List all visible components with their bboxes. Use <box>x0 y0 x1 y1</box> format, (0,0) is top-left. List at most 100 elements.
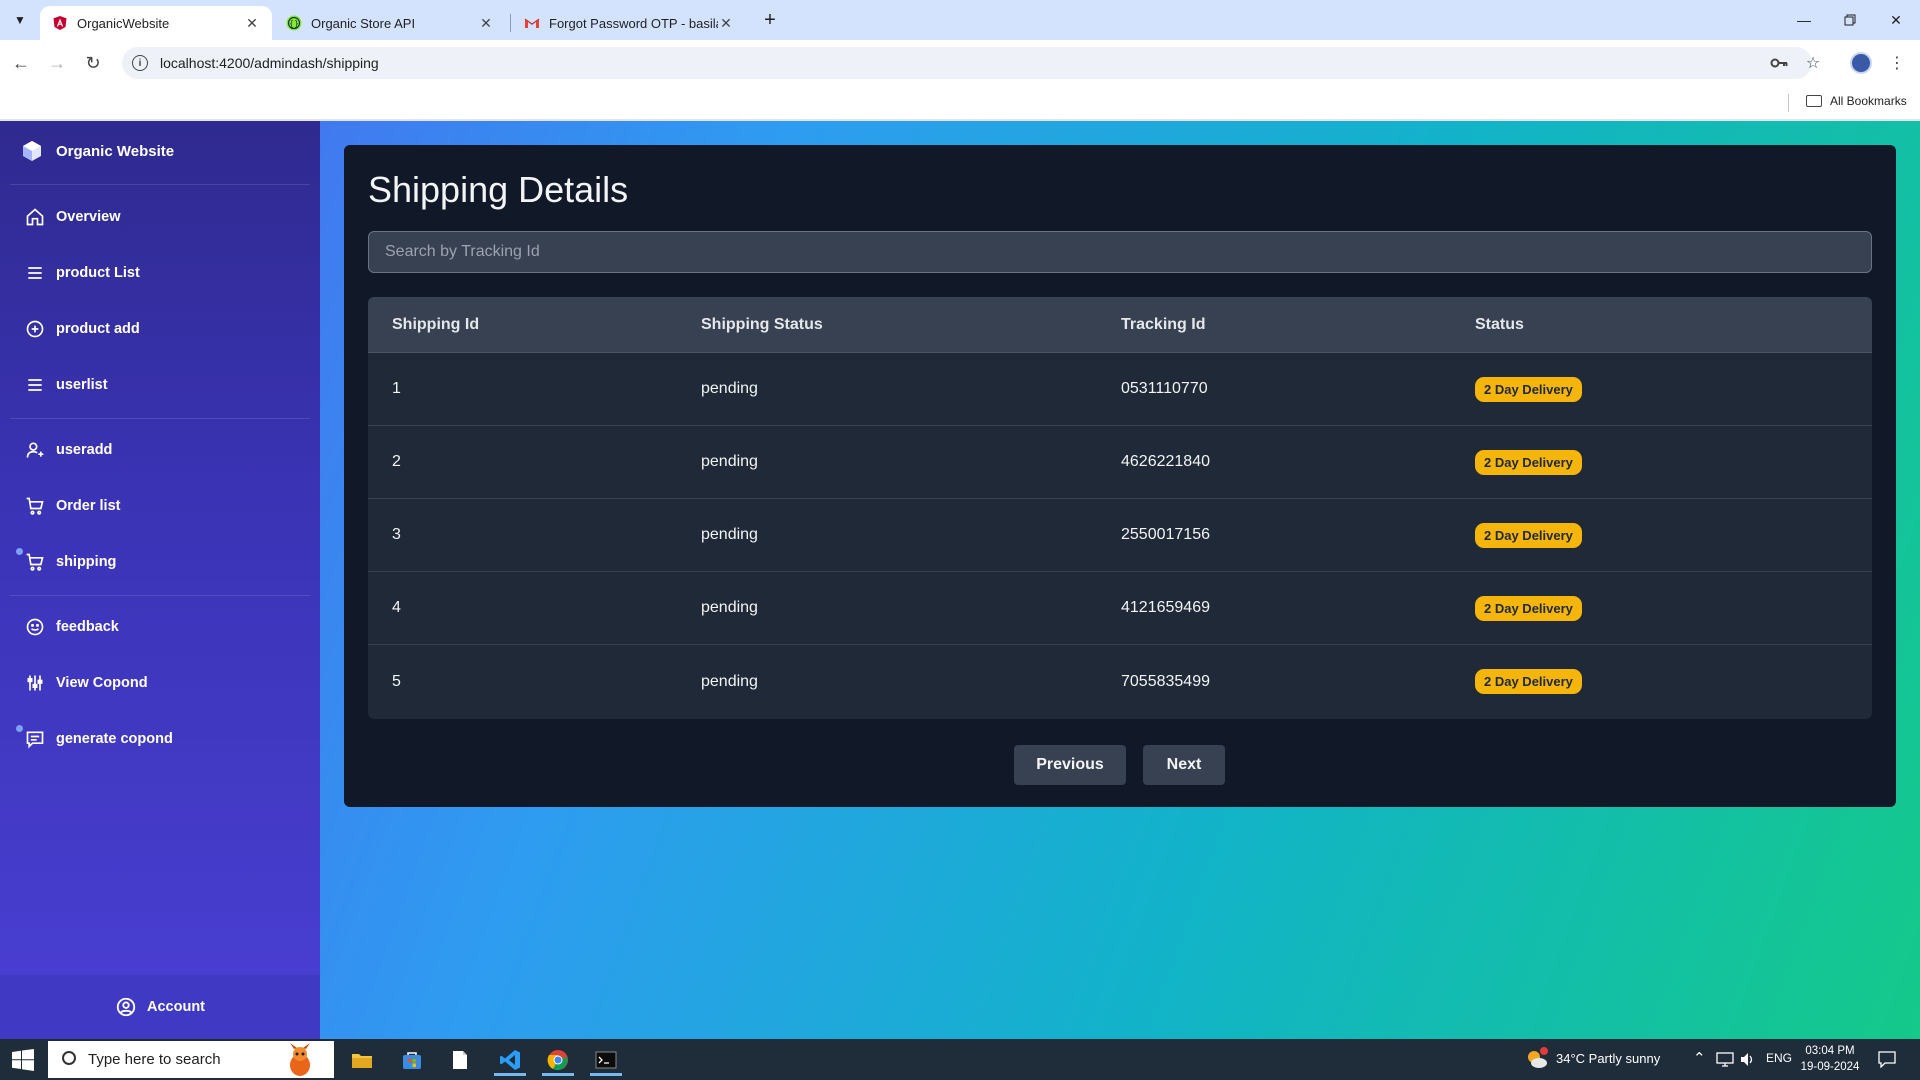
sidebar-item-userlist[interactable]: userlist <box>24 373 108 397</box>
reload-icon[interactable]: ↻ <box>80 50 106 76</box>
notification-icon[interactable] <box>1878 1050 1896 1068</box>
status-badge: 2 Day Delivery <box>1475 449 1582 475</box>
user-circle-icon <box>116 997 136 1017</box>
restore-button[interactable] <box>1827 0 1873 40</box>
status-badge: 2 Day Delivery <box>1475 595 1582 621</box>
taskbar-clock[interactable]: 03:04 PM 19-09-2024 <box>1790 1043 1870 1075</box>
address-bar[interactable]: i localhost:4200/admindash/shipping <box>122 47 1812 79</box>
microsoft-store-icon[interactable] <box>390 1043 434 1076</box>
home-icon <box>24 206 46 228</box>
sidebar-item-useradd[interactable]: useradd <box>24 438 112 462</box>
new-tab-button[interactable]: + <box>758 8 782 32</box>
sidebar-item-label: product add <box>56 321 140 337</box>
terminal-icon[interactable] <box>584 1043 628 1076</box>
tab-organic-website[interactable]: OrganicWebsite ✕ <box>40 6 272 40</box>
network-icon[interactable] <box>1716 1052 1734 1067</box>
shipping-panel: Shipping Details Shipping Id Shipping St… <box>344 145 1896 807</box>
browser-tab-bar: ▼ OrganicWebsite ✕ {} Organic Store API … <box>0 0 1920 40</box>
windows-start-icon[interactable] <box>12 1049 34 1071</box>
chevron-up-icon[interactable]: ⌃ <box>1693 1049 1706 1067</box>
sidebar-item-feedback[interactable]: feedback <box>24 615 119 639</box>
profile-avatar[interactable] <box>1850 52 1872 74</box>
shipping-status-cell: pending <box>701 672 758 690</box>
folder-icon <box>1806 95 1822 107</box>
taskbar-search-box[interactable]: Type here to search <box>48 1041 334 1078</box>
shipping-id-cell: 2 <box>392 453 401 470</box>
column-header-shipping-id: Shipping Id <box>392 315 480 333</box>
tracking-id-cell: 4626221840 <box>1121 453 1210 470</box>
sidebar-item-label: shipping <box>56 554 117 570</box>
browser-toolbar: ← → ↻ i localhost:4200/admindash/shippin… <box>0 40 1920 86</box>
account-button[interactable]: Account <box>0 975 320 1039</box>
menu-dots-icon[interactable]: ⋮ <box>1884 50 1910 76</box>
notepad-icon[interactable] <box>438 1043 482 1076</box>
active-indicator-dot <box>16 725 23 732</box>
tab-title: OrganicWebsite <box>77 15 170 31</box>
user-plus-icon <box>24 439 46 461</box>
table-row: 2 pending 4626221840 2 Day Delivery <box>368 426 1872 499</box>
file-explorer-icon[interactable] <box>340 1043 384 1076</box>
shipping-status-cell: pending <box>701 599 758 616</box>
tab-gmail[interactable]: Forgot Password OTP - basilaha ✕ <box>512 6 746 40</box>
forward-icon[interactable]: → <box>44 50 70 76</box>
brand[interactable]: Organic Website <box>20 139 174 163</box>
site-info-icon[interactable]: i <box>132 55 148 71</box>
tracking-id-cell: 2550017156 <box>1121 526 1210 543</box>
minimize-button[interactable]: — <box>1781 0 1827 40</box>
vscode-icon[interactable] <box>488 1043 532 1076</box>
taskbar-search-placeholder: Type here to search <box>88 1051 221 1068</box>
shipping-status-cell: pending <box>701 453 758 470</box>
sidebar-item-product-list[interactable]: product List <box>24 261 140 285</box>
account-label: Account <box>147 999 205 1015</box>
close-tab-icon[interactable]: ✕ <box>718 15 734 32</box>
sidebar-item-order-list[interactable]: Order list <box>24 494 120 518</box>
windows-taskbar: Type here to search 34°C Partly sunny ⌃ … <box>0 1039 1920 1080</box>
sidebar-item-label: useradd <box>56 442 113 458</box>
sidebar-divider <box>10 418 310 419</box>
weather-icon[interactable] <box>1525 1047 1549 1071</box>
password-key-icon[interactable] <box>1766 50 1792 76</box>
sidebar-item-shipping[interactable]: shipping <box>24 550 116 574</box>
tab-search-icon[interactable]: ▼ <box>10 10 30 30</box>
tracking-id-cell: 0531110770 <box>1121 380 1208 397</box>
bookmark-star-icon[interactable]: ☆ <box>1800 50 1826 76</box>
sidebar-item-overview[interactable]: Overview <box>24 205 121 229</box>
tracking-id-cell: 4121659469 <box>1121 599 1210 616</box>
column-header-status: Status <box>1475 315 1524 333</box>
plus-circle-icon <box>24 318 46 340</box>
bookmarks-bar: All Bookmarks <box>0 86 1920 120</box>
tracking-search-input[interactable] <box>368 231 1872 273</box>
close-tab-icon[interactable]: ✕ <box>244 15 260 32</box>
shipping-id-cell: 1 <box>392 380 401 397</box>
swagger-icon: {} <box>286 15 302 31</box>
table-row: 3 pending 2550017156 2 Day Delivery <box>368 499 1872 572</box>
previous-button[interactable]: Previous <box>1014 745 1126 785</box>
back-icon[interactable]: ← <box>8 50 34 76</box>
shipping-id-cell: 3 <box>392 526 401 543</box>
next-button[interactable]: Next <box>1143 745 1225 785</box>
sidebar-item-generate-copond[interactable]: generate copond <box>24 727 173 751</box>
list-icon <box>24 374 46 396</box>
sidebar-item-view-copond[interactable]: View Copond <box>24 671 148 695</box>
all-bookmarks-button[interactable]: All Bookmarks <box>1806 94 1907 108</box>
sidebar-item-label: Order list <box>56 498 121 514</box>
language-indicator[interactable]: ENG <box>1766 1051 1792 1065</box>
chrome-icon[interactable] <box>536 1043 580 1076</box>
shipping-table: Shipping Id Shipping Status Tracking Id … <box>368 297 1872 719</box>
list-icon <box>24 262 46 284</box>
search-icon <box>62 1051 76 1065</box>
tab-separator <box>510 14 511 32</box>
sidebar-item-label: generate copond <box>56 731 173 747</box>
tab-organic-store-api[interactable]: {} Organic Store API ✕ <box>274 6 506 40</box>
active-indicator-dot <box>16 548 23 555</box>
weather-text[interactable]: 34°C Partly sunny <box>1556 1051 1660 1066</box>
volume-icon[interactable] <box>1740 1052 1756 1067</box>
close-window-button[interactable]: ✕ <box>1873 0 1919 40</box>
clock-date: 19-09-2024 <box>1800 1061 1860 1073</box>
table-row: 5 pending 7055835499 2 Day Delivery <box>368 645 1872 718</box>
sidebar-item-product-add[interactable]: product add <box>24 317 140 341</box>
page-title: Shipping Details <box>368 169 629 210</box>
svg-text:{}: {} <box>289 19 299 28</box>
angular-icon <box>52 15 68 31</box>
close-tab-icon[interactable]: ✕ <box>478 15 494 32</box>
